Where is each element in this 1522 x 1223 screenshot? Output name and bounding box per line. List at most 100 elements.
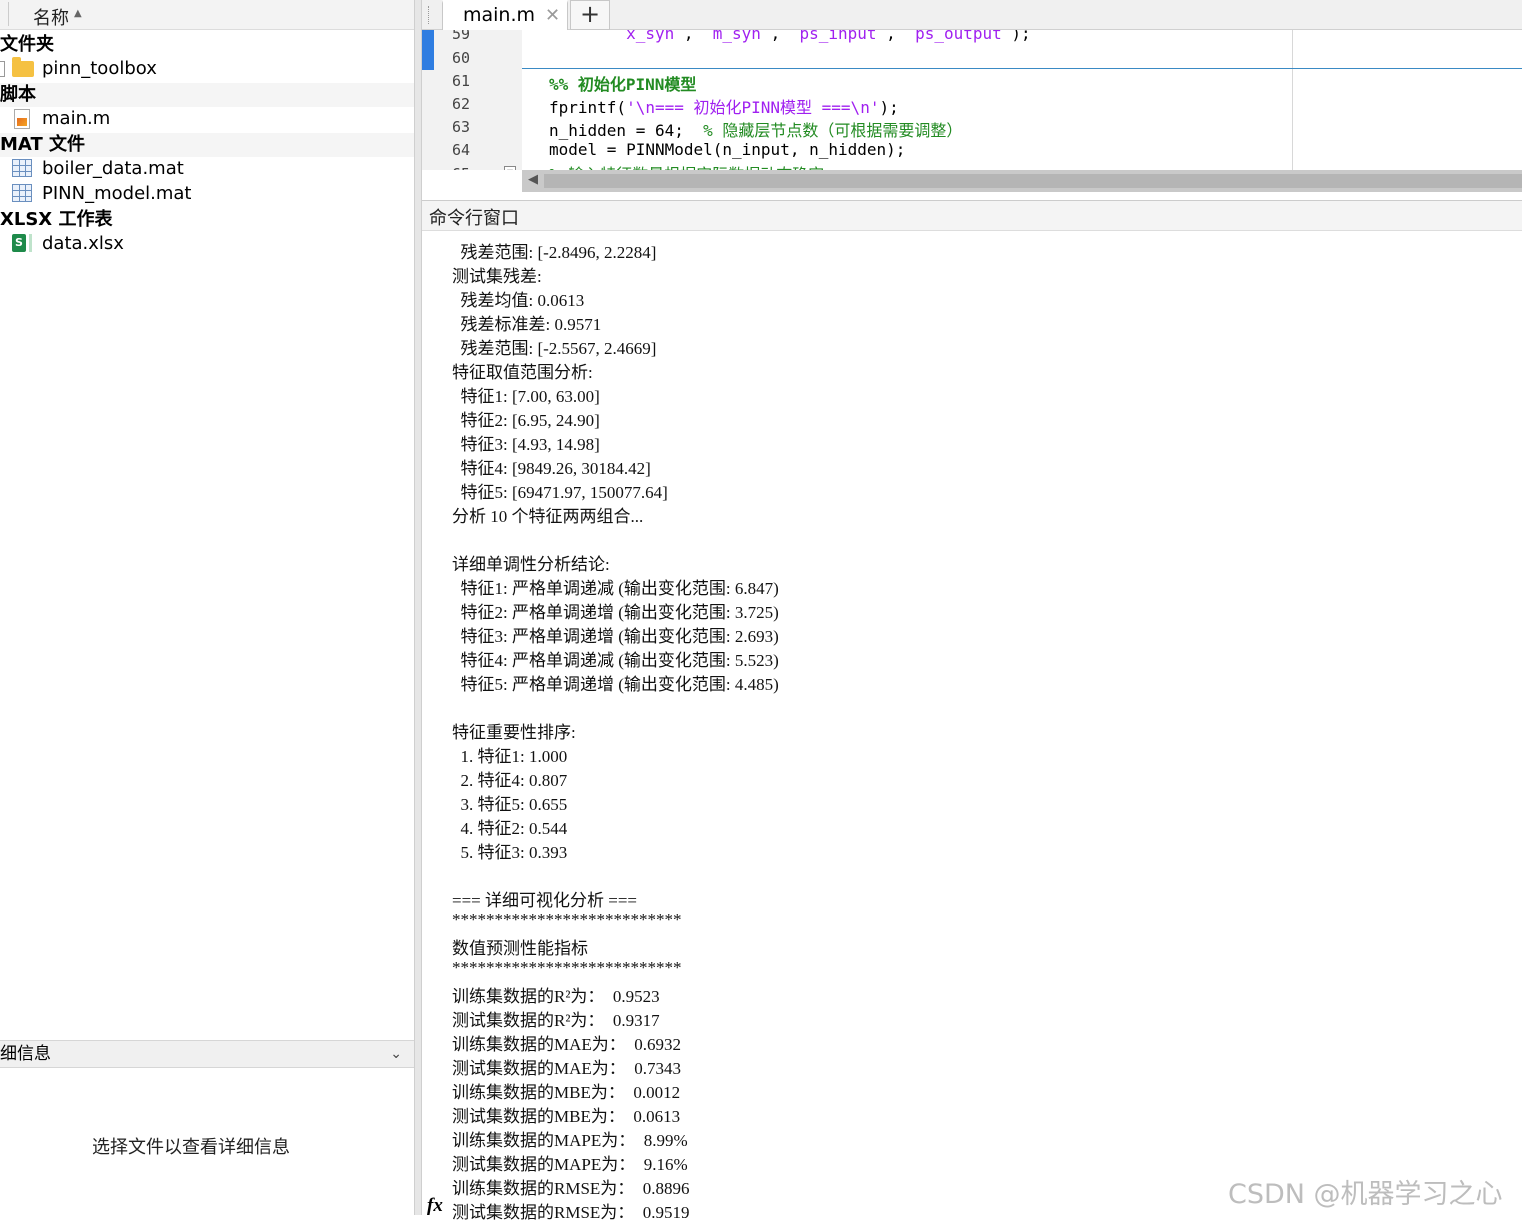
scrollbar-thumb[interactable]: [544, 174, 1522, 188]
output-line: 测试集数据的MBE为： 0.0613: [452, 1107, 681, 1126]
details-message: 选择文件以查看详细信息: [92, 1137, 290, 1158]
command-window-title: 命令行窗口: [429, 208, 519, 229]
mat-file-icon: [12, 159, 34, 179]
output-line: 测试集数据的RMSE为： 0.9519: [452, 1203, 690, 1222]
folder-icon: [12, 57, 34, 79]
output-line: 训练集数据的MBE为： 0.0012: [452, 1083, 681, 1102]
file-item-pinn-toolbox[interactable]: pinn_toolbox: [0, 56, 414, 81]
line-number: 64: [452, 141, 471, 159]
watermark: CSDN @机器学习之心: [1228, 1179, 1503, 1210]
details-title: 细信息: [0, 1044, 51, 1064]
output-line: 训练集数据的RMSE为： 0.8896: [452, 1179, 690, 1198]
details-panel-header[interactable]: 细信息 ⌄: [0, 1040, 414, 1068]
output-line: 2. 特征4: 0.807: [452, 771, 568, 790]
file-name: boiler_data.mat: [42, 158, 184, 179]
tab-grip[interactable]: [428, 6, 431, 24]
file-name: pinn_toolbox: [42, 58, 157, 79]
close-icon[interactable]: ✕: [545, 5, 560, 26]
output-line: 测试集数据的MAE为： 0.7343: [452, 1059, 682, 1078]
code-area[interactable]: 59 60 61 62 63 64 65 x_syn , m_syn , ps_…: [422, 30, 1522, 170]
current-line-indicator: [522, 68, 1522, 69]
file-item-boiler-data[interactable]: boiler_data.mat: [0, 156, 414, 181]
code-line-62: fprintf('\n=== 初始化PINN模型 ===\n');: [549, 98, 899, 117]
output-line: === 详细可视化分析 ===: [452, 891, 638, 910]
line-number: 60: [452, 49, 471, 67]
output-line: 残差范围: [-2.5567, 2.4669]: [452, 339, 657, 358]
output-line: 特征4: 严格单调递减 (输出变化范围: 5.523): [452, 651, 779, 670]
horizontal-scrollbar[interactable]: ◀: [522, 170, 1522, 192]
tab-main-m[interactable]: main.m ✕: [442, 0, 568, 30]
output-line: 残差范围: [-2.8496, 2.2284]: [452, 243, 657, 262]
code-line-64: model = PINNModel(n_input, n_hidden);: [549, 140, 906, 159]
output-line: 残差均值: 0.0613: [452, 291, 585, 310]
file-name: main.m: [42, 108, 111, 129]
m-file-icon: [14, 109, 36, 129]
xlsx-file-icon: S: [12, 234, 34, 254]
line-number-gutter: [422, 30, 522, 170]
line-number: 59: [452, 30, 471, 43]
code-line-63: n_hidden = 64; % 隐藏层节点数（可根据需要调整）: [549, 121, 963, 140]
output-line: 训练集数据的MAPE为： 8.99%: [452, 1131, 688, 1150]
editor-panel: main.m ✕ + 59 60 61 62 63 64 65 x_syn , …: [422, 0, 1522, 195]
output-line: 1. 特征1: 1.000: [452, 747, 568, 766]
output-line: 数值预测性能指标: [452, 939, 588, 958]
output-line: 测试集数据的MAPE为： 9.16%: [452, 1155, 688, 1174]
fx-prompt-icon: fx: [427, 1195, 443, 1216]
output-line: 特征取值范围分析:: [452, 363, 593, 382]
expand-icon[interactable]: [0, 61, 5, 77]
scroll-left-icon[interactable]: ◀: [528, 172, 538, 187]
file-item-data-xlsx[interactable]: S data.xlsx: [0, 231, 414, 256]
file-item-main-m[interactable]: main.m: [0, 106, 414, 131]
group-mat-files: MAT 文件: [0, 133, 414, 157]
chevron-down-icon[interactable]: ⌄: [390, 1041, 402, 1067]
output-line: 4. 特征2: 0.544: [452, 819, 568, 838]
output-line: 特征2: [6.95, 24.90]: [452, 411, 600, 430]
output-line: 3. 特征5: 0.655: [452, 795, 568, 814]
output-line: 训练集数据的R²为： 0.9523: [452, 987, 660, 1006]
output-line: 特征1: [7.00, 63.00]: [452, 387, 600, 406]
line-number: 65: [452, 165, 470, 170]
column-separator[interactable]: [0, 2, 9, 26]
file-item-pinn-model[interactable]: PINN_model.mat: [0, 181, 414, 206]
command-window[interactable]: 命令行窗口 残差范围: [-2.8496, 2.2284] 测试集残差: 残差均值…: [422, 200, 1522, 1222]
output-line: 特征1: 严格单调递减 (输出变化范围: 6.847): [452, 579, 779, 598]
code-line-59: x_syn , m_syn , ps_input , ps_output );: [626, 30, 1031, 43]
code-line-61: %% 初始化PINN模型: [549, 75, 697, 94]
output-line: 训练集数据的MAE为： 0.6932: [452, 1035, 682, 1054]
add-tab-button[interactable]: +: [570, 0, 610, 30]
output-line: 特征5: 严格单调递增 (输出变化范围: 4.485): [452, 675, 779, 694]
command-window-titlebar: 命令行窗口: [422, 201, 1522, 231]
file-browser: 名称 ▲ 文件夹 pinn_toolbox 脚本 main.m MAT 文件 b…: [0, 0, 414, 1215]
output-line: 测试集数据的R²为： 0.9317: [452, 1011, 660, 1030]
output-line: 5. 特征3: 0.393: [452, 843, 568, 862]
file-name: data.xlsx: [42, 233, 124, 254]
output-line: 特征3: [4.93, 14.98]: [452, 435, 600, 454]
right-margin-line: [1292, 30, 1293, 170]
output-line: 特征5: [69471.97, 150077.64]: [452, 483, 668, 502]
line-number: 61: [452, 72, 471, 90]
editor-tab-bar: main.m ✕ +: [422, 0, 1522, 30]
line-number: 63: [452, 118, 471, 136]
name-column-header[interactable]: 名称: [33, 4, 69, 30]
sort-ascending-icon: ▲: [74, 8, 82, 19]
tab-label: main.m: [463, 4, 536, 26]
mat-file-icon: [12, 184, 34, 204]
file-browser-header: 名称 ▲: [0, 0, 414, 30]
change-marker: [422, 30, 434, 70]
output-line: 特征4: [9849.26, 30184.42]: [452, 459, 651, 478]
group-folders: 文件夹: [0, 34, 54, 55]
output-line: 特征2: 严格单调递增 (输出变化范围: 3.725): [452, 603, 779, 622]
output-line: ***************************: [452, 958, 682, 977]
file-name: PINN_model.mat: [42, 183, 192, 204]
output-line: 详细单调性分析结论:: [452, 555, 610, 574]
code-line-65: % 输入特征数量根据实际数据动态确定: [549, 161, 824, 170]
output-line: 分析 10 个特征两两组合...: [452, 507, 644, 526]
fold-toggle-icon[interactable]: −: [504, 166, 516, 170]
output-line: 特征重要性排序:: [452, 723, 576, 742]
output-line: ***************************: [452, 910, 682, 929]
output-line: 特征3: 严格单调递增 (输出变化范围: 2.693): [452, 627, 779, 646]
line-number: 62: [452, 95, 471, 113]
group-scripts: 脚本: [0, 83, 414, 107]
group-xlsx-files: XLSX 工作表: [0, 209, 113, 230]
panel-splitter[interactable]: [414, 0, 422, 1215]
